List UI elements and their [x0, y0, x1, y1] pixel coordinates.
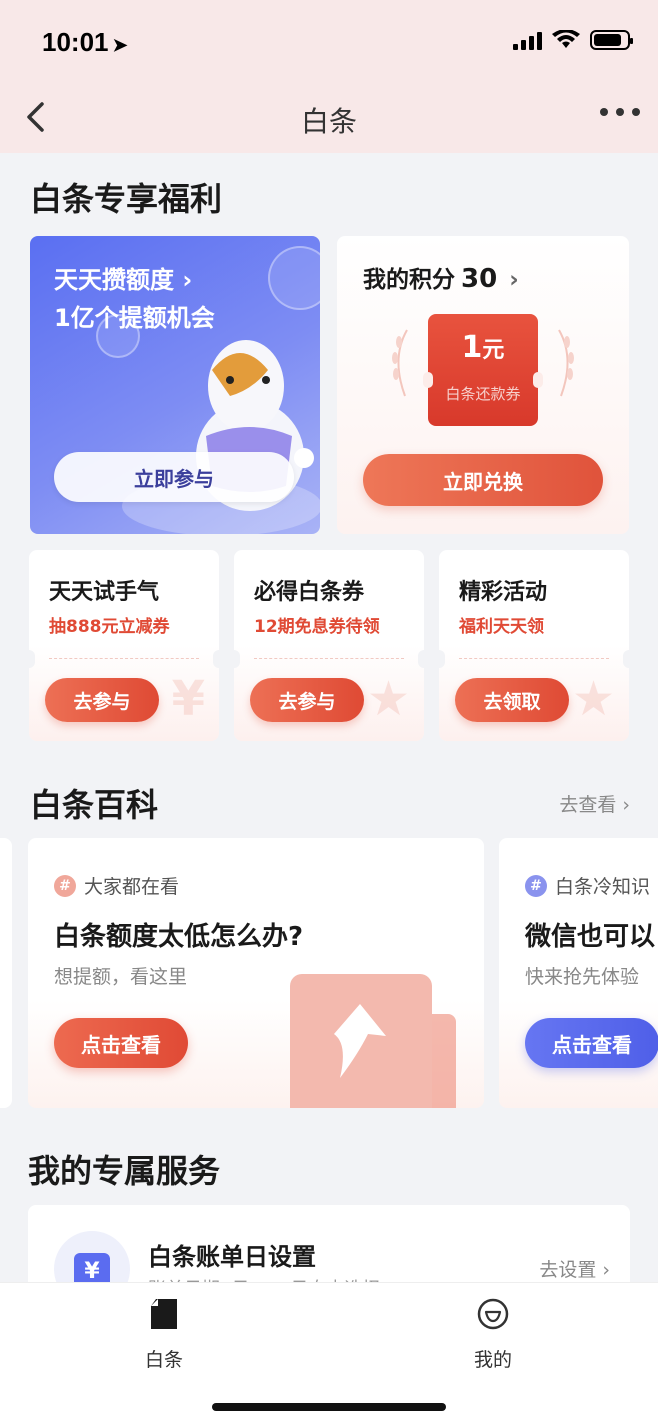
ticket-notch [213, 650, 219, 668]
mini-card-subtitle: 福利天天领 [459, 617, 544, 637]
mini-card-subtitle: 12期免息券待领 [254, 617, 380, 637]
points-value: 30 [461, 264, 498, 294]
top-bar: 10:01 ➤ 白条 [0, 0, 658, 153]
coupon-amount-value: 1 [461, 330, 483, 365]
join-now-button[interactable]: 立即参与 [54, 452, 294, 502]
services-section-title: 我的专属服务 [28, 1152, 221, 1190]
claim-button[interactable]: 去领取 [455, 678, 569, 722]
coupon-label: 白条还款券 [445, 385, 521, 403]
cellular-signal-icon [513, 30, 542, 50]
wiki-tag-label: 白条冷知识 [555, 876, 651, 898]
wifi-icon [552, 30, 580, 48]
repayment-coupon: 1元 白条还款券 [423, 314, 543, 426]
ticket-notch [29, 650, 35, 668]
hashtag-icon: # [54, 874, 76, 897]
mini-card-title: 精彩活动 [459, 580, 548, 605]
laurel-right-icon [558, 329, 574, 397]
participate-button[interactable]: 去参与 [250, 678, 364, 722]
mini-card-title: 必得白条券 [254, 580, 365, 605]
mini-card-subtitle: 抽888元立减券 [49, 617, 170, 637]
welfare-mini-card[interactable]: 精彩活动 福利天天领 ★ 去领取 [439, 550, 629, 741]
wiki-question: 微信也可以 [525, 922, 656, 952]
page-title: 白条 [300, 105, 357, 138]
mini-card-title: 天天试手气 [49, 580, 160, 605]
tab-label: 白条 [144, 1349, 183, 1371]
points-link[interactable]: 我的积分 30 › [363, 260, 519, 294]
chevron-right-icon: › [182, 266, 193, 294]
welfare-section-title: 白条专享福利 [30, 180, 223, 218]
view-details-button[interactable]: 点击查看 [54, 1018, 188, 1068]
arrow-up-card-illustration-icon [290, 974, 456, 1108]
yuan-decoration-icon: ¥ [171, 671, 205, 727]
tab-label: 我的 [473, 1349, 512, 1371]
ticket-notch [234, 650, 240, 668]
go-settings-link[interactable]: 去设置 › [539, 1255, 610, 1282]
ticket-notch [623, 650, 629, 668]
participate-button[interactable]: 去参与 [45, 678, 159, 722]
wiki-tag: # 大家都在看 [54, 872, 179, 899]
location-arrow-icon: ➤ [112, 35, 128, 55]
points-label: 我的积分 [363, 267, 455, 293]
ticket-divider [254, 658, 404, 659]
coupon-amount: 1元 [428, 330, 538, 365]
wiki-view-link[interactable]: 去查看 › [559, 790, 630, 817]
status-icons [513, 30, 633, 50]
status-time: 10:01 ➤ [42, 27, 128, 58]
welfare-mini-card[interactable]: 必得白条券 12期免息券待领 ★ 去参与 [234, 550, 424, 741]
tab-baitiao[interactable]: 白条 [104, 1297, 224, 1372]
home-indicator [212, 1403, 446, 1411]
tab-mine[interactable]: 我的 [433, 1297, 553, 1372]
points-card: 我的积分 30 › 1元 白条还款券 立即兑换 [337, 236, 629, 534]
wiki-view-link-text: 去查看 [559, 794, 617, 816]
coupon-amount-unit: 元 [482, 338, 505, 363]
star-decoration-icon: ★ [366, 671, 410, 727]
growth-card-title-text: 天天攒额度 [54, 266, 174, 294]
laurel-left-icon [392, 329, 408, 397]
wiki-card[interactable]: # 大家都在看 白条额度太低怎么办? 想提额，看这里 点击查看 [28, 838, 484, 1108]
wiki-prev-card-edge[interactable] [0, 838, 12, 1108]
view-details-button[interactable]: 点击查看 [525, 1018, 658, 1068]
go-settings-link-text: 去设置 [539, 1259, 597, 1281]
hashtag-icon: # [525, 874, 547, 897]
status-time-text: 10:01 [42, 27, 109, 57]
welfare-mini-card[interactable]: 天天试手气 抽888元立减券 ¥ 去参与 [29, 550, 219, 741]
exchange-now-button[interactable]: 立即兑换 [363, 454, 603, 506]
wiki-tag-label: 大家都在看 [84, 876, 180, 898]
wiki-question: 白条额度太低怎么办? [54, 922, 304, 952]
chevron-right-icon: › [622, 794, 630, 816]
more-options-icon[interactable] [600, 108, 640, 116]
ticket-divider [459, 658, 609, 659]
ticket-notch [439, 650, 445, 668]
profile-smile-icon [477, 1298, 509, 1330]
wiki-subtitle: 快来抢先体验 [525, 966, 640, 988]
battery-icon [590, 30, 633, 50]
bubble-decoration [268, 246, 320, 310]
growth-card[interactable]: 天天攒额度 › 1亿个提额机会 立即参与 [30, 236, 320, 534]
ticket-divider [49, 658, 199, 659]
wiki-tag: # 白条冷知识 [525, 872, 650, 899]
baitiao-icon [151, 1299, 177, 1329]
chevron-right-icon: › [509, 267, 519, 293]
chevron-right-icon: › [602, 1259, 610, 1281]
wiki-card[interactable]: # 白条冷知识 微信也可以 快来抢先体验 点击查看 [499, 838, 658, 1108]
star-decoration-icon: ★ [571, 671, 615, 727]
ticket-notch [418, 650, 424, 668]
service-title: 白条账单日设置 [148, 1243, 316, 1271]
wiki-section-title: 白条百科 [30, 786, 159, 824]
bottom-tab-bar: 白条 我的 [0, 1282, 658, 1424]
wiki-subtitle: 想提额，看这里 [54, 966, 188, 988]
growth-card-title: 天天攒额度 › [54, 260, 192, 295]
